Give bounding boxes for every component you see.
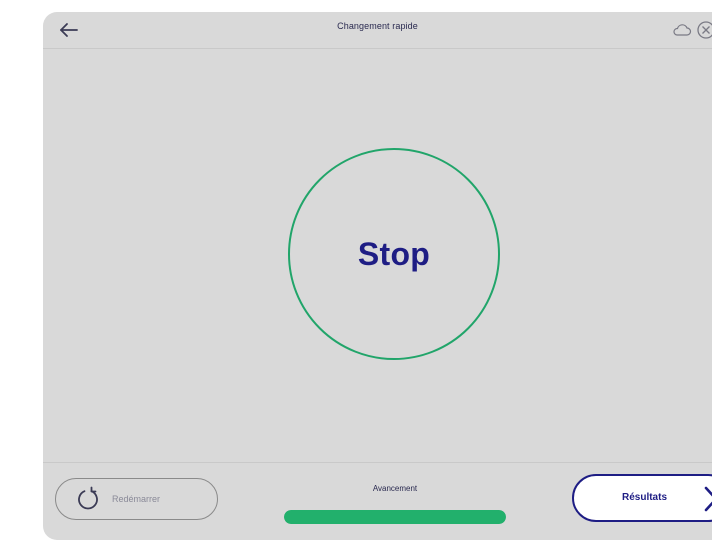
- page-title: Changement rapide: [337, 21, 418, 31]
- chevron-right-icon: [704, 486, 712, 512]
- results-label: Résultats: [622, 492, 668, 503]
- restart-button[interactable]: Redémarrer: [55, 478, 218, 520]
- progress-fill: [284, 510, 506, 524]
- header-bar: Changement rapide: [43, 12, 712, 49]
- results-button[interactable]: Résultats: [572, 474, 712, 522]
- header-icons: [670, 18, 712, 42]
- restart-icon: [78, 486, 98, 510]
- stop-button[interactable]: Stop: [288, 148, 500, 360]
- progress-bar: [284, 510, 506, 524]
- progress-label: Avancement: [372, 484, 418, 493]
- main-area: Stop: [43, 49, 712, 462]
- footer-bar: Redémarrer Avancement Résultats: [43, 462, 712, 540]
- close-circle-icon: [697, 21, 712, 39]
- close-button[interactable]: [694, 18, 712, 42]
- restart-label: Redémarrer: [112, 494, 161, 504]
- stop-label: Stop: [357, 235, 431, 272]
- cloud-icon: [673, 24, 692, 36]
- cloud-button[interactable]: [670, 18, 694, 42]
- app-window: Changement rapide Stop Redémarrer Avance…: [43, 12, 712, 540]
